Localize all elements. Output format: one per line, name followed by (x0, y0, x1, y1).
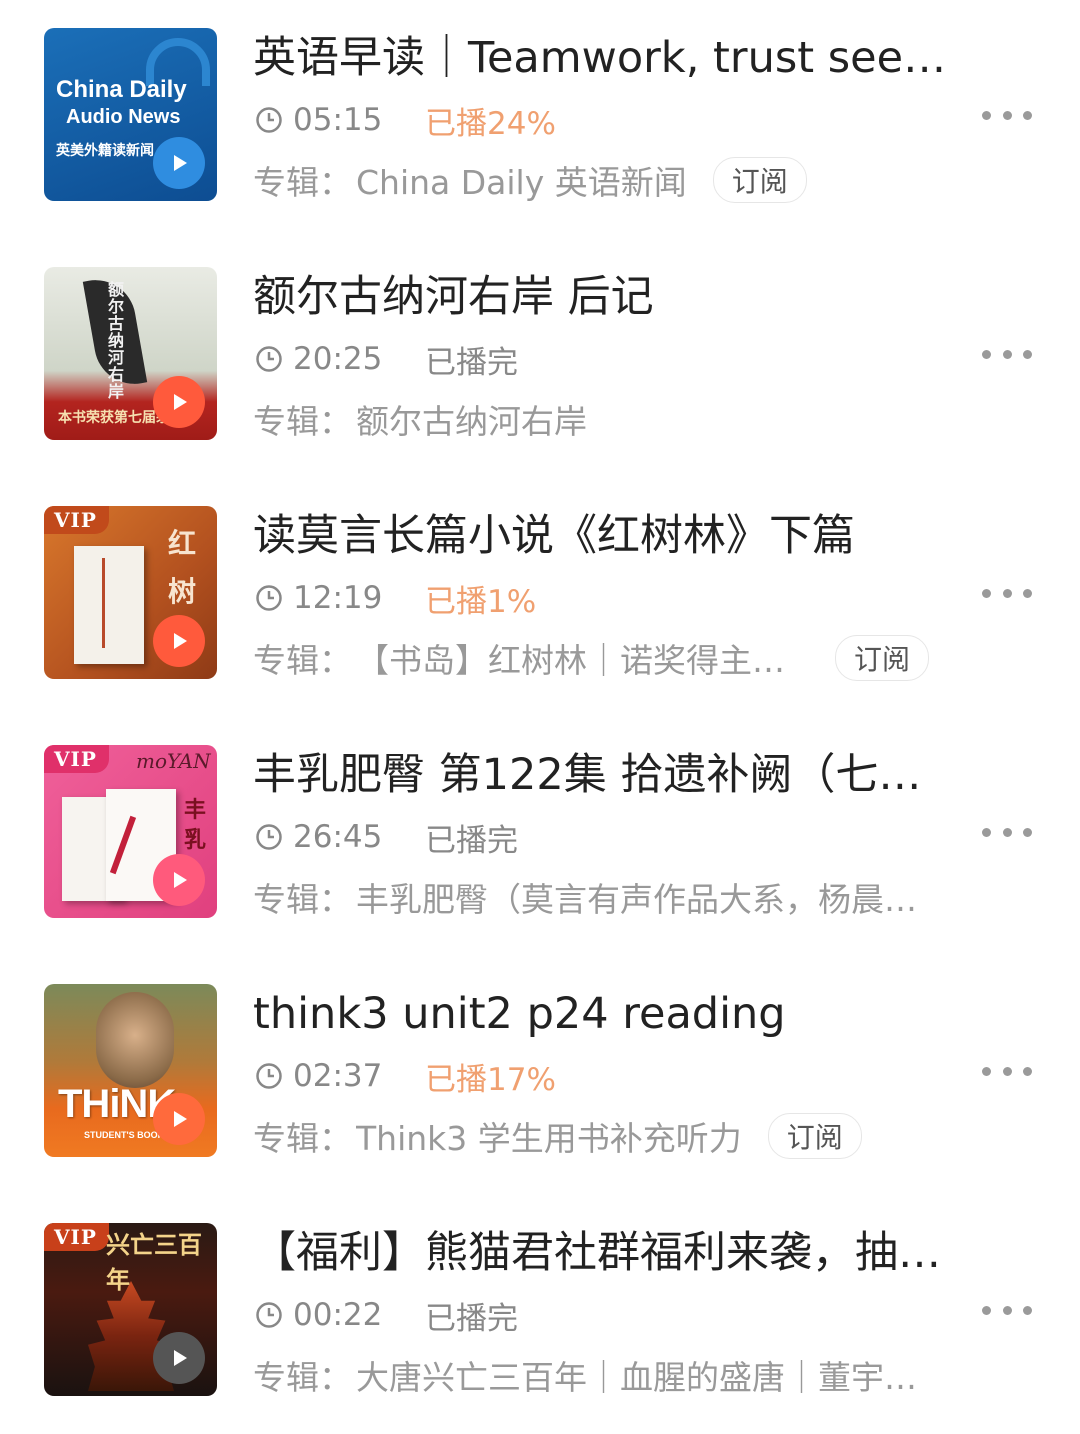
duration: 00:22 (293, 1297, 383, 1333)
duration: 20:25 (293, 341, 383, 377)
play-progress: 已播完 (425, 344, 518, 381)
episode-title[interactable]: 英语早读｜Teamwork, trust seen… (253, 32, 953, 84)
cover-vertical-title: 额尔古纳河右岸 (108, 280, 125, 401)
album-name[interactable]: China Daily 英语新闻 (356, 156, 687, 204)
album-label: 专辑： (253, 1119, 352, 1158)
list-item[interactable]: VIP 红树 读莫言长篇小说《红树林》下篇 12:19 已播1% 专辑： 【书岛… (0, 478, 1080, 717)
cover-image[interactable]: VIP 红树 (44, 506, 217, 679)
clock-icon (256, 824, 282, 850)
album-label: 专辑： (253, 1358, 352, 1397)
cover-title: 兴亡三百年 (106, 1230, 202, 1294)
clock-icon (256, 346, 282, 372)
cover-title: 红树 (168, 527, 197, 608)
clock-icon (256, 1302, 282, 1328)
more-options-button[interactable] (982, 817, 1032, 847)
list-item[interactable]: VIP moYAN 丰乳 丰乳肥臀 第122集 拾遗补阙（七… 26:45 已播… (0, 717, 1080, 956)
episode-title[interactable]: 丰乳肥臀 第122集 拾遗补阙（七… (253, 749, 953, 801)
more-options-button[interactable] (982, 1295, 1032, 1325)
cover-brand: moYAN (136, 749, 211, 773)
album-name[interactable]: 丰乳肥臀（莫言有声作品大系，杨晨… (356, 873, 917, 921)
duration: 12:19 (293, 580, 383, 616)
play-icon (174, 155, 187, 171)
clock-icon (256, 1063, 282, 1089)
play-progress: 已播17% (425, 1061, 556, 1098)
play-button[interactable] (153, 137, 205, 189)
list-item[interactable]: 额尔古纳河右岸 本书荣获第七届茅盾 额尔古纳河右岸 后记 20:25 已播完 专… (0, 239, 1080, 478)
subscribe-button[interactable]: 订阅 (767, 1113, 862, 1159)
subscribe-button[interactable]: 订阅 (712, 157, 807, 203)
cover-title: China Daily (56, 76, 187, 103)
cover-subtitle: Audio News (66, 106, 181, 128)
clock-icon (256, 585, 282, 611)
play-progress: 已播完 (425, 1300, 518, 1337)
play-progress: 已播完 (425, 822, 518, 859)
album-name[interactable]: Think3 学生用书补充听力 (356, 1112, 742, 1160)
cover-title: 丰乳 (184, 797, 207, 853)
episode-title[interactable]: 额尔古纳河右岸 后记 (253, 271, 953, 323)
cover-image[interactable]: China Daily Audio News 英美外籍读新闻 (44, 28, 217, 201)
play-button[interactable] (153, 615, 205, 667)
clock-icon (256, 107, 282, 133)
album-name[interactable]: 【书岛】红树林｜诺奖得主… (356, 634, 785, 682)
vip-badge: VIP (44, 745, 109, 773)
more-options-button[interactable] (982, 578, 1032, 608)
album-name[interactable]: 大唐兴亡三百年｜血腥的盛唐｜董宇… (356, 1351, 917, 1399)
episode-title[interactable]: 读莫言长篇小说《红树林》下篇 (253, 510, 953, 562)
play-icon (174, 1350, 187, 1366)
list-item[interactable]: VIP 兴亡三百年 【福利】熊猫君社群福利来袭，抽… 00:22 已播完 专辑：… (0, 1195, 1080, 1434)
play-progress: 已播24% (425, 105, 556, 142)
duration: 05:15 (293, 102, 383, 138)
play-icon (174, 394, 187, 410)
cover-image[interactable]: THiNK STUDENT'S BOOK (44, 984, 217, 1157)
play-button[interactable] (153, 376, 205, 428)
cover-image[interactable]: VIP moYAN 丰乳 (44, 745, 217, 918)
subscribe-button[interactable]: 订阅 (835, 635, 930, 681)
duration: 02:37 (293, 1058, 383, 1094)
play-icon (174, 872, 187, 888)
play-button[interactable] (153, 1332, 205, 1384)
play-button[interactable] (153, 1093, 205, 1145)
cover-caption: 英美外籍读新闻 (56, 143, 154, 159)
play-icon (174, 1111, 187, 1127)
vip-badge: VIP (44, 506, 109, 534)
more-options-button[interactable] (982, 1056, 1032, 1086)
more-options-button[interactable] (982, 339, 1032, 369)
list-item[interactable]: China Daily Audio News 英美外籍读新闻 英语早读｜Team… (0, 0, 1080, 239)
play-button[interactable] (153, 854, 205, 906)
play-progress: 已播1% (425, 583, 537, 620)
play-icon (174, 633, 187, 649)
episode-title[interactable]: think3 unit2 p24 reading (253, 988, 953, 1040)
album-label: 专辑： (253, 163, 352, 202)
album-label: 专辑： (253, 641, 352, 680)
cover-image[interactable]: 额尔古纳河右岸 本书荣获第七届茅盾 (44, 267, 217, 440)
cover-subtitle: STUDENT'S BOOK (84, 1130, 165, 1140)
cover-image[interactable]: VIP 兴亡三百年 (44, 1223, 217, 1396)
list-item[interactable]: THiNK STUDENT'S BOOK think3 unit2 p24 re… (0, 956, 1080, 1195)
album-name[interactable]: 额尔古纳河右岸 (356, 395, 587, 443)
album-label: 专辑： (253, 402, 352, 441)
vip-badge: VIP (44, 1223, 109, 1251)
album-label: 专辑： (253, 880, 352, 919)
duration: 26:45 (293, 819, 383, 855)
episode-title[interactable]: 【福利】熊猫君社群福利来袭，抽… (253, 1227, 953, 1279)
more-options-button[interactable] (982, 100, 1032, 130)
